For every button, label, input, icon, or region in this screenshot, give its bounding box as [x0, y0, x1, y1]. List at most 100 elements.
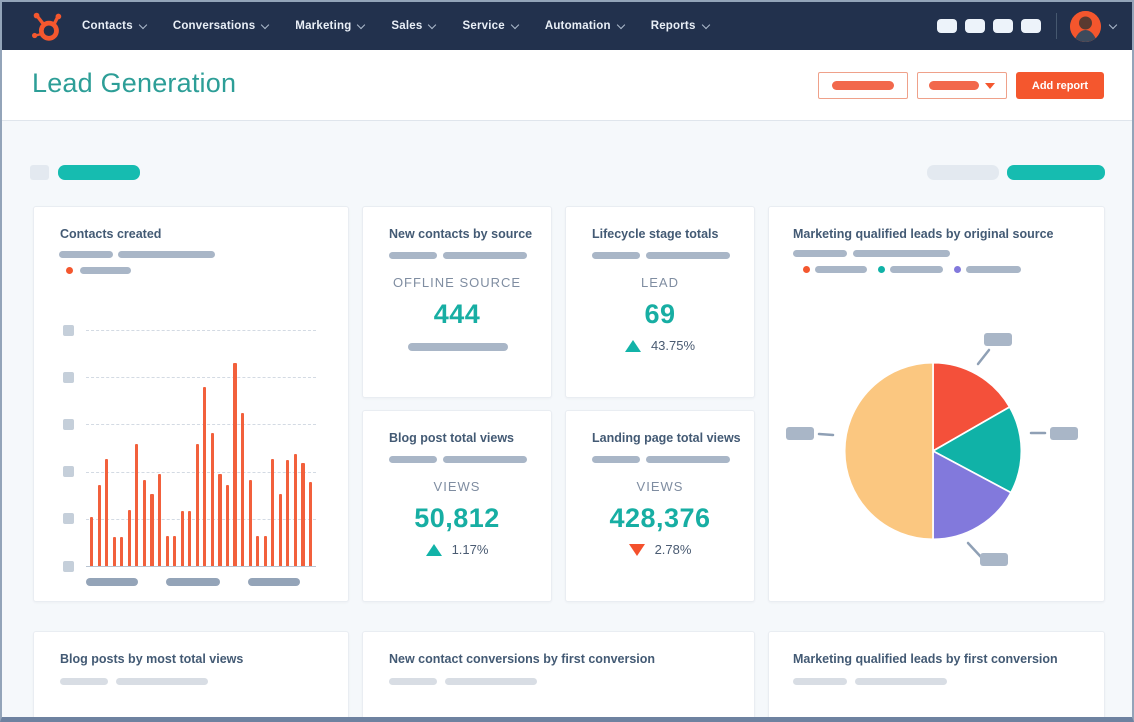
bar — [225, 485, 230, 566]
report-card-lifecycle-stage-totals: Lifecycle stage totals LEAD 69 43.75% — [565, 206, 755, 398]
pie-callout-placeholder-top — [984, 333, 1012, 346]
subtitle-placeholder — [389, 456, 437, 463]
legend-label-placeholder — [80, 267, 131, 274]
legend-label-placeholder — [815, 266, 867, 273]
bar — [210, 433, 214, 566]
nav-item-sales[interactable]: Sales — [391, 20, 437, 32]
pie-svg — [843, 361, 1023, 541]
subtitle-placeholder — [793, 250, 847, 257]
x-axis-label-placeholder — [248, 578, 300, 586]
bar — [195, 444, 199, 566]
bar — [165, 536, 169, 566]
bar — [135, 444, 139, 566]
nav-item-service[interactable]: Service — [462, 20, 520, 32]
dashboard-filter-button[interactable] — [818, 72, 908, 99]
legend-dot-icon — [66, 267, 73, 274]
nav-divider — [1056, 13, 1057, 39]
y-tick-placeholder — [63, 418, 74, 430]
nav-item-automation[interactable]: Automation — [544, 20, 625, 32]
subtitle-placeholder — [793, 678, 847, 685]
bar — [112, 537, 116, 566]
nav-item-marketing[interactable]: Marketing — [295, 20, 366, 32]
nav-right-tools — [929, 10, 1118, 42]
report-card-new-contacts-by-source: New contacts by source OFFLINE SOURCE 44… — [362, 206, 552, 398]
bar — [105, 459, 109, 566]
hubspot-logo-icon[interactable] — [28, 7, 66, 45]
filter-icon-placeholder[interactable] — [30, 165, 49, 180]
subtitle-placeholder — [59, 251, 113, 258]
nav-tool-icon-placeholder-1[interactable] — [937, 19, 957, 33]
bar — [256, 536, 260, 566]
delta-value: 1.17% — [451, 542, 489, 557]
subtitle-placeholder — [60, 678, 108, 685]
bar — [188, 511, 192, 566]
bar — [90, 517, 94, 566]
chevron-down-icon — [261, 20, 270, 29]
metric-label: LEAD — [641, 275, 679, 290]
date-filter-placeholder[interactable] — [58, 165, 140, 180]
nav-item-label: Automation — [544, 20, 611, 32]
toolbar-option-placeholder[interactable] — [927, 165, 999, 180]
nav-item-contacts[interactable]: Contacts — [82, 20, 148, 32]
metric-value: 69 — [644, 299, 676, 329]
dropdown-caret-icon — [985, 82, 995, 89]
bar — [301, 463, 305, 566]
metric-value: 444 — [433, 299, 481, 329]
delta-value: 43.75% — [650, 338, 696, 353]
nav-item-label: Reports — [650, 20, 696, 32]
nav-tool-icon-placeholder-4[interactable] — [1021, 19, 1041, 33]
report-card-mql-by-original-source: Marketing qualified leads by original so… — [768, 206, 1105, 602]
report-title: Blog posts by most total views — [60, 652, 244, 666]
report-card-new-contact-conversions: New contact conversions by first convers… — [362, 631, 755, 717]
legend-dot-icon — [954, 266, 961, 273]
dashboard-actions-dropdown[interactable] — [917, 72, 1007, 99]
report-title: New contacts by source — [389, 227, 533, 241]
nav-item-label: Contacts — [82, 20, 133, 32]
bar — [218, 474, 222, 566]
nav-tool-icon-placeholder-2[interactable] — [965, 19, 985, 33]
user-avatar[interactable] — [1070, 10, 1101, 42]
nav-item-reports[interactable]: Reports — [650, 20, 710, 32]
top-nav: Contacts Conversations Marketing Sales Servi… — [2, 2, 1132, 50]
comparison-placeholder — [408, 343, 508, 351]
trend-icon — [425, 543, 442, 556]
bar — [180, 511, 184, 566]
subtitle-placeholder — [646, 456, 730, 463]
subtitle-placeholder — [855, 678, 947, 685]
delta-value: 2.78% — [654, 542, 692, 557]
report-card-blog-post-total-views: Blog post total views VIEWS 50,812 1.17% — [362, 410, 552, 602]
bar — [308, 482, 313, 566]
bar — [233, 363, 237, 566]
y-tick-placeholder — [63, 560, 74, 572]
bar — [278, 494, 282, 566]
report-title: Marketing qualified leads by original so… — [793, 227, 1054, 241]
add-report-button[interactable]: Add report — [1016, 72, 1104, 99]
filter-label-placeholder — [832, 81, 894, 90]
report-title: Blog post total views — [389, 431, 515, 445]
toolbar-action-placeholder[interactable] — [1007, 165, 1105, 180]
chevron-down-icon — [357, 20, 366, 29]
metric-label: VIEWS — [433, 479, 481, 494]
report-title: Marketing qualified leads by first conve… — [793, 652, 1058, 666]
x-axis-label-placeholder — [166, 578, 220, 586]
nav-item-conversations[interactable]: Conversations — [172, 20, 270, 32]
nav-tool-icon-placeholder-3[interactable] — [993, 19, 1013, 33]
pie-callout-placeholder-left — [786, 427, 814, 440]
pie-callout-placeholder-right — [1050, 427, 1078, 440]
chevron-down-icon — [428, 20, 437, 29]
report-card-contacts-created: Contacts created — [33, 206, 349, 602]
metric-label: VIEWS — [636, 479, 684, 494]
nav-item-label: Conversations — [172, 20, 256, 32]
subtitle-placeholder — [592, 252, 640, 259]
chevron-down-icon — [138, 20, 148, 29]
bar — [286, 460, 290, 566]
legend-label-placeholder — [966, 266, 1021, 273]
bar — [271, 459, 275, 566]
metric-value: 428,376 — [609, 503, 711, 533]
nav-item-label: Sales — [391, 20, 423, 32]
account-menu-caret-icon[interactable] — [1108, 20, 1118, 29]
delta-indicator: 1.17% — [363, 542, 551, 557]
bar — [127, 510, 131, 566]
bar — [157, 474, 162, 566]
pie-slice — [843, 361, 934, 541]
